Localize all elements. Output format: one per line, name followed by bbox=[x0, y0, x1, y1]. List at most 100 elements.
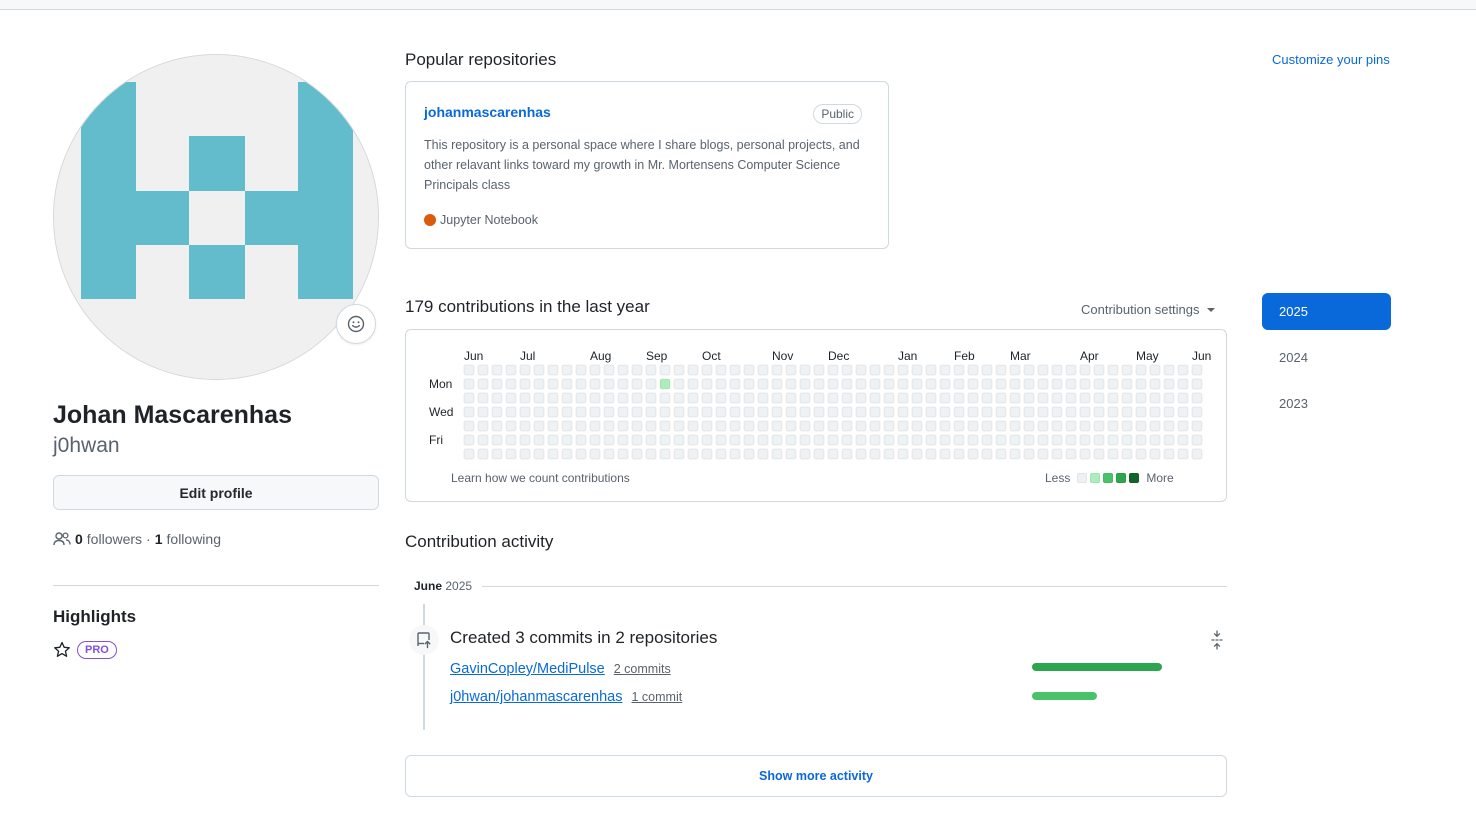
contribution-day[interactable] bbox=[547, 364, 559, 376]
contribution-day[interactable] bbox=[589, 378, 601, 390]
following-link[interactable]: 1 following bbox=[155, 531, 221, 547]
contribution-day[interactable] bbox=[981, 392, 993, 404]
contribution-day[interactable] bbox=[939, 448, 951, 460]
contribution-day[interactable] bbox=[477, 378, 489, 390]
contribution-day[interactable] bbox=[1191, 406, 1203, 418]
contribution-day[interactable] bbox=[995, 420, 1007, 432]
contribution-day[interactable] bbox=[645, 420, 657, 432]
contribution-day[interactable] bbox=[673, 406, 685, 418]
contribution-day[interactable] bbox=[869, 448, 881, 460]
contribution-day[interactable] bbox=[491, 434, 503, 446]
contribution-day[interactable] bbox=[869, 364, 881, 376]
contribution-day[interactable] bbox=[1037, 406, 1049, 418]
contribution-day[interactable] bbox=[911, 364, 923, 376]
contribution-day[interactable] bbox=[1135, 420, 1147, 432]
contribution-day[interactable] bbox=[981, 364, 993, 376]
contribution-day[interactable] bbox=[771, 392, 783, 404]
contribution-day[interactable] bbox=[645, 364, 657, 376]
contribution-day[interactable] bbox=[561, 392, 573, 404]
contribution-day[interactable] bbox=[897, 448, 909, 460]
contribution-day[interactable] bbox=[1177, 448, 1189, 460]
contribution-day[interactable] bbox=[505, 448, 517, 460]
contribution-day[interactable] bbox=[729, 434, 741, 446]
contribution-day[interactable] bbox=[1023, 448, 1035, 460]
show-more-activity-button[interactable]: Show more activity bbox=[405, 755, 1227, 797]
customize-pins-link[interactable]: Customize your pins bbox=[1272, 52, 1390, 67]
contribution-day[interactable] bbox=[1065, 448, 1077, 460]
contribution-day[interactable] bbox=[1093, 448, 1105, 460]
contribution-day[interactable] bbox=[1121, 364, 1133, 376]
contribution-day[interactable] bbox=[617, 448, 629, 460]
contribution-day[interactable] bbox=[477, 420, 489, 432]
contribution-day[interactable] bbox=[799, 364, 811, 376]
contribution-day[interactable] bbox=[659, 448, 671, 460]
contribution-day[interactable] bbox=[477, 434, 489, 446]
contribution-day[interactable] bbox=[533, 420, 545, 432]
contribution-day[interactable] bbox=[673, 448, 685, 460]
contribution-day[interactable] bbox=[519, 378, 531, 390]
year-2024[interactable]: 2024 bbox=[1262, 339, 1391, 376]
contribution-day[interactable] bbox=[1177, 434, 1189, 446]
contribution-day[interactable] bbox=[589, 420, 601, 432]
contribution-day[interactable] bbox=[687, 364, 699, 376]
contribution-day[interactable] bbox=[841, 434, 853, 446]
contribution-day[interactable] bbox=[757, 406, 769, 418]
contribution-day[interactable] bbox=[1135, 448, 1147, 460]
contribution-day[interactable] bbox=[827, 406, 839, 418]
contribution-day[interactable] bbox=[743, 420, 755, 432]
contribution-day[interactable] bbox=[1037, 364, 1049, 376]
contribution-day[interactable] bbox=[589, 448, 601, 460]
contribution-day[interactable] bbox=[1121, 378, 1133, 390]
contribution-day[interactable] bbox=[869, 434, 881, 446]
contribution-day[interactable] bbox=[1093, 420, 1105, 432]
followers-link[interactable]: 0 followers bbox=[75, 531, 142, 547]
contribution-day[interactable] bbox=[785, 434, 797, 446]
contribution-day[interactable] bbox=[785, 406, 797, 418]
contribution-day[interactable] bbox=[701, 406, 713, 418]
contribution-day[interactable] bbox=[1191, 434, 1203, 446]
contribution-day[interactable] bbox=[491, 364, 503, 376]
contribution-day[interactable] bbox=[659, 392, 671, 404]
contribution-day[interactable] bbox=[1177, 406, 1189, 418]
contribution-day[interactable] bbox=[463, 420, 475, 432]
contribution-day[interactable] bbox=[841, 448, 853, 460]
contribution-day[interactable] bbox=[491, 406, 503, 418]
contribution-day[interactable] bbox=[967, 448, 979, 460]
contribution-day[interactable] bbox=[1135, 364, 1147, 376]
contribution-day[interactable] bbox=[925, 448, 937, 460]
year-2023[interactable]: 2023 bbox=[1262, 385, 1391, 422]
contribution-day[interactable] bbox=[1037, 448, 1049, 460]
contribution-day[interactable] bbox=[1065, 392, 1077, 404]
contribution-day[interactable] bbox=[519, 406, 531, 418]
contribution-day[interactable] bbox=[1149, 420, 1161, 432]
contribution-day[interactable] bbox=[1079, 378, 1091, 390]
contribution-day[interactable] bbox=[463, 406, 475, 418]
contribution-day[interactable] bbox=[1009, 448, 1021, 460]
contribution-day[interactable] bbox=[785, 448, 797, 460]
contribution-day[interactable] bbox=[533, 448, 545, 460]
contribution-day[interactable] bbox=[505, 364, 517, 376]
contribution-day[interactable] bbox=[939, 364, 951, 376]
contribution-day[interactable] bbox=[1065, 434, 1077, 446]
contribution-day[interactable] bbox=[477, 448, 489, 460]
contribution-day[interactable] bbox=[757, 364, 769, 376]
contribution-day[interactable] bbox=[911, 420, 923, 432]
contribution-day[interactable] bbox=[841, 364, 853, 376]
contribution-day[interactable] bbox=[897, 392, 909, 404]
contribution-day[interactable] bbox=[1093, 392, 1105, 404]
contribution-day[interactable] bbox=[1051, 448, 1063, 460]
contribution-day[interactable] bbox=[603, 434, 615, 446]
contribution-day[interactable] bbox=[603, 406, 615, 418]
contribution-day[interactable] bbox=[1163, 448, 1175, 460]
contribution-day[interactable] bbox=[715, 448, 727, 460]
contribution-day[interactable] bbox=[771, 434, 783, 446]
contribution-day[interactable] bbox=[1051, 378, 1063, 390]
contribution-day[interactable] bbox=[953, 448, 965, 460]
contribution-day[interactable] bbox=[477, 364, 489, 376]
contribution-day[interactable] bbox=[1023, 434, 1035, 446]
contribution-day[interactable] bbox=[841, 406, 853, 418]
contribution-day[interactable] bbox=[1163, 406, 1175, 418]
contribution-day[interactable] bbox=[1135, 392, 1147, 404]
contribution-day[interactable] bbox=[967, 434, 979, 446]
contribution-day[interactable] bbox=[953, 420, 965, 432]
